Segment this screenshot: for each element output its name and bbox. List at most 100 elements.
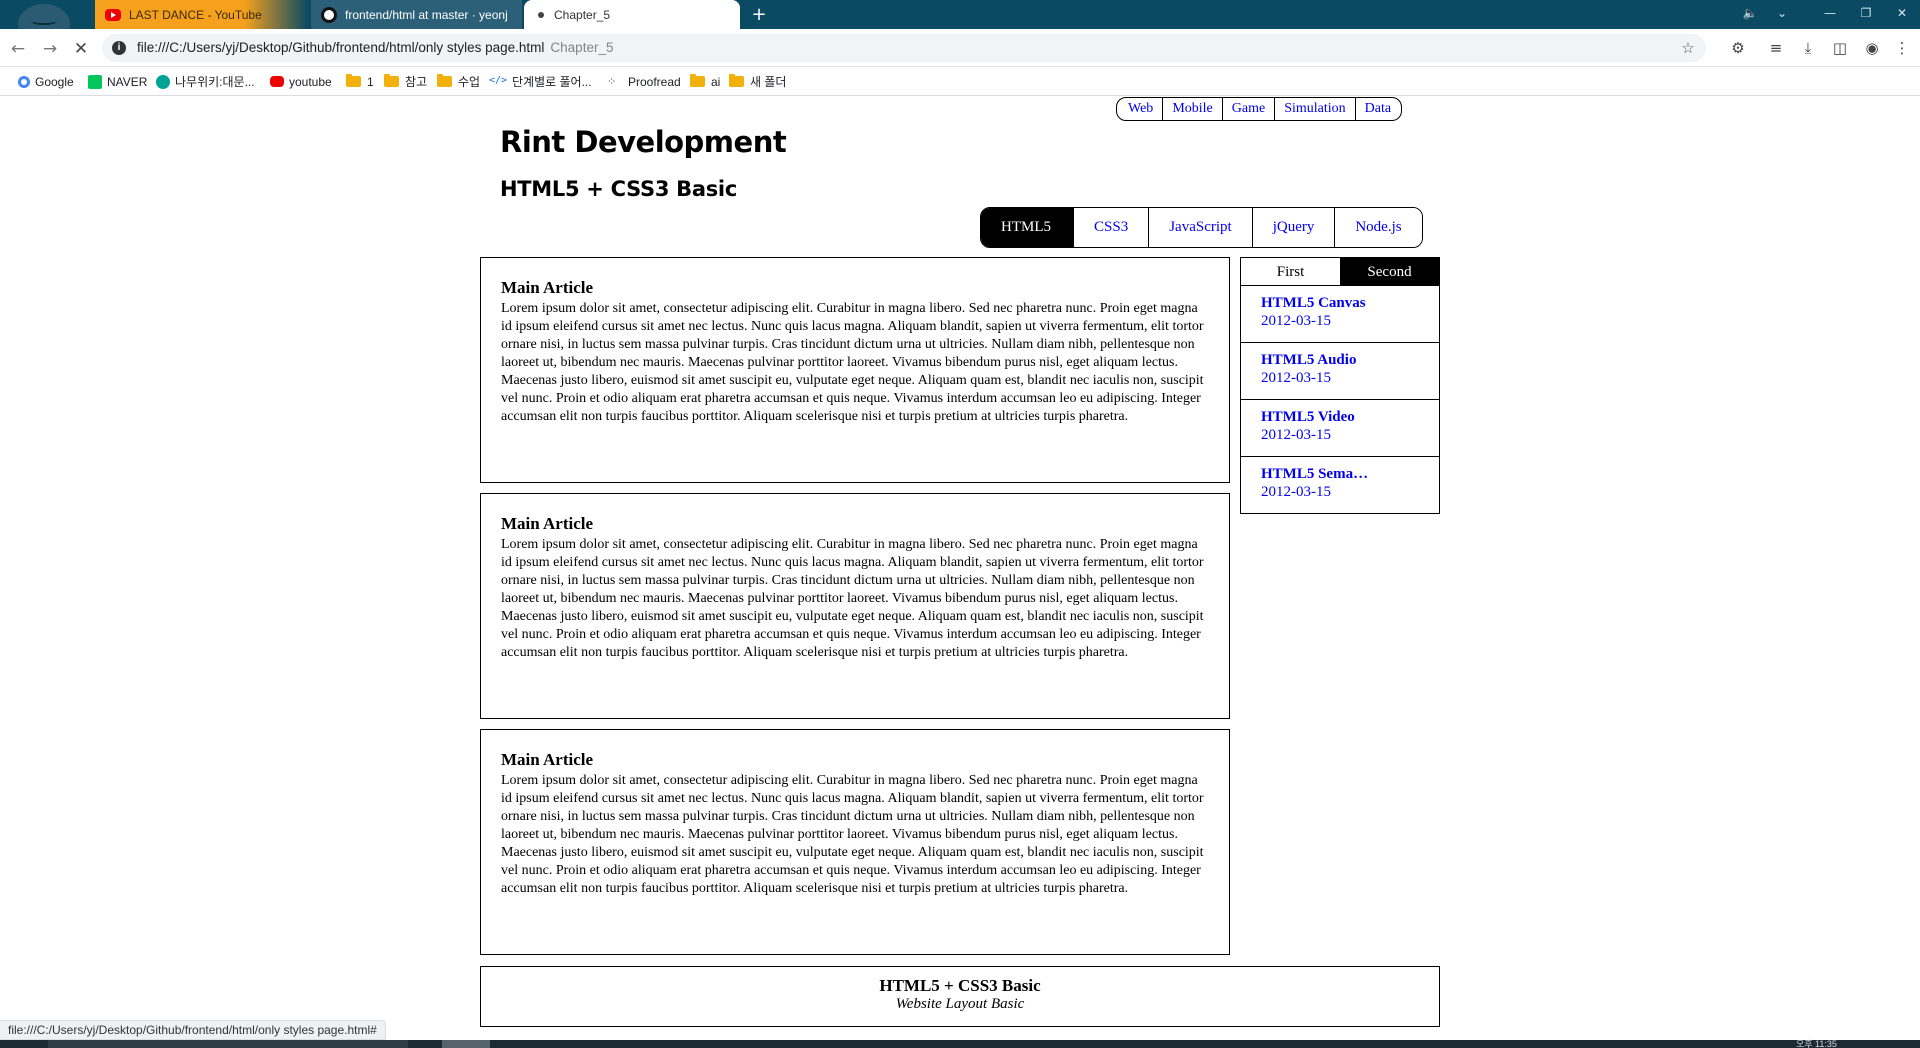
sidebar-item[interactable]: HTML5 Canvas 2012-03-15 [1241, 286, 1439, 343]
url-value: file:///C:/Users/yj/Desktop/Github/front… [137, 40, 545, 55]
sidebar-tab-first[interactable]: First [1241, 258, 1340, 285]
main-nav-javascript[interactable]: JavaScript [1148, 208, 1252, 247]
folder-icon [437, 74, 452, 87]
sidebar: First Second HTML5 Canvas 2012-03-15 HTM… [1240, 257, 1440, 514]
bookmark-proofread[interactable]: ⁘ Proofread [607, 73, 681, 90]
bookmark-naver[interactable]: NAVER [88, 73, 147, 90]
bookmarks-bar: Google NAVER 나무위키:대문... youtube 1 참고 수업 … [0, 67, 1920, 96]
stop-loading-icon[interactable]: ✕ [68, 36, 94, 62]
bookmark-label: NAVER [107, 74, 148, 89]
bookmark-star-icon[interactable]: ☆ [1678, 38, 1698, 58]
os-taskbar: 오후 11:35 [0, 1039, 1920, 1048]
site-subtitle: HTML5 + CSS3 Basic [500, 177, 737, 201]
sidebar-item-date: 2012-03-15 [1261, 484, 1331, 500]
main-nav-nodejs[interactable]: Node.js [1334, 208, 1422, 247]
download-icon[interactable]: ⤓ [1797, 37, 1819, 59]
bookmark-label: youtube [289, 74, 332, 89]
menu-icon[interactable]: ⋮ [1891, 37, 1913, 59]
taskbar-search[interactable] [48, 1040, 408, 1048]
article-heading: Main Article [501, 514, 594, 533]
sidebar-item-title[interactable]: HTML5 Canvas [1261, 295, 1439, 312]
bookmark-folder-new[interactable]: 새 폴더 [729, 73, 786, 90]
article-heading: Main Article [501, 750, 594, 769]
account-icon[interactable]: ◉ [1861, 37, 1883, 59]
github-icon [321, 6, 337, 23]
sidebar-item-date: 2012-03-15 [1261, 427, 1331, 443]
url-text[interactable]: file:///C:/Users/yj/Desktop/Github/front… [137, 40, 613, 55]
restore-button[interactable]: ❐ [1848, 0, 1884, 29]
main-nav-jquery[interactable]: jQuery [1251, 208, 1335, 247]
bookmark-folder-ai[interactable]: ai [690, 73, 720, 90]
top-nav-game[interactable]: Game [1221, 98, 1274, 120]
sidebar-item[interactable]: HTML5 Sema… 2012-03-15 [1241, 457, 1439, 514]
main-nav-html5[interactable]: HTML5 [981, 208, 1073, 247]
speaker-icon[interactable]: 🔈 [1732, 0, 1768, 29]
tab-title: Chapter_5 [554, 7, 611, 22]
bookmark-label: Proofread [628, 74, 681, 89]
sidebar-item-date: 2012-03-15 [1261, 313, 1331, 329]
sidebar-item-title[interactable]: HTML5 Audio [1261, 352, 1439, 369]
page-footer: HTML5 + CSS3 Basic Website Layout Basic [480, 966, 1440, 1027]
forward-arrow-icon[interactable]: → [37, 36, 63, 62]
top-nav-web[interactable]: Web [1117, 98, 1162, 120]
bookmark-label: 수업 [458, 75, 481, 89]
proofread-icon: ⁘ [607, 74, 617, 88]
main-article: Main Article Lorem ipsum dolor sit amet,… [480, 257, 1230, 483]
bookmark-label: 나무위키:대문... [175, 75, 255, 89]
taskbar-clock: 오후 11:35 [1796, 1039, 1837, 1048]
bookmark-label: 새 폴더 [750, 75, 787, 89]
youtube-icon [105, 8, 121, 21]
main-article: Main Article Lorem ipsum dolor sit amet,… [480, 493, 1230, 719]
folder-icon [690, 74, 705, 87]
back-arrow-icon[interactable]: ← [5, 36, 31, 62]
bookmark-step-problems[interactable]: </> 단계별로 풀어... [489, 73, 592, 90]
browser-tab-youtube[interactable]: LAST DANCE - YouTube [95, 0, 308, 29]
new-tab-button[interactable]: + [748, 4, 770, 26]
article-heading: Main Article [501, 278, 594, 297]
sidebar-item-title[interactable]: HTML5 Sema… [1261, 466, 1439, 483]
bookmark-label: 단계별로 풀어... [512, 75, 592, 89]
main-nav-css3[interactable]: CSS3 [1073, 208, 1149, 247]
bookmark-namuwiki[interactable]: 나무위키:대문... [156, 73, 255, 90]
top-nav-simulation[interactable]: Simulation [1274, 98, 1354, 120]
browser-tab-chapter5[interactable]: Chapter_5 [524, 0, 740, 29]
namuwiki-icon [156, 74, 170, 89]
tab-search-chevron-icon[interactable]: ⌄ [1764, 0, 1800, 29]
sidebar-tab-second[interactable]: Second [1340, 258, 1439, 285]
address-bar[interactable]: i file:///C:/Users/yj/Desktop/Github/fro… [102, 34, 1706, 62]
side-panel-icon[interactable]: ◫ [1829, 37, 1851, 59]
sidebar-item-date: 2012-03-15 [1261, 370, 1331, 386]
bookmark-google[interactable]: Google [18, 73, 74, 90]
top-nav-data[interactable]: Data [1354, 98, 1401, 120]
status-bar-url: file:///C:/Users/yj/Desktop/Github/front… [0, 1020, 386, 1040]
main-article: Main Article Lorem ipsum dolor sit amet,… [480, 729, 1230, 955]
article-body: Lorem ipsum dolor sit amet, consectetur … [501, 301, 1204, 424]
extension-icon[interactable]: ⚙ [1727, 37, 1749, 59]
naver-icon [88, 74, 102, 89]
bookmark-folder-1[interactable]: 1 [346, 73, 374, 90]
bookmark-folder-reference[interactable]: 참고 [384, 73, 427, 90]
top-nav-mobile[interactable]: Mobile [1162, 98, 1221, 120]
youtube-icon [270, 76, 284, 87]
sidebar-item[interactable]: HTML5 Audio 2012-03-15 [1241, 343, 1439, 400]
top-nav: Web Mobile Game Simulation Data [1116, 97, 1403, 121]
sidebar-item-title[interactable]: HTML5 Video [1261, 409, 1439, 426]
browser-tab-github[interactable]: frontend/html at master · yeonj [311, 0, 522, 29]
sidebar-tabs: First Second [1241, 258, 1439, 286]
bookmark-label: ai [711, 74, 721, 89]
bookmark-label: 1 [367, 74, 374, 89]
article-body: Lorem ipsum dolor sit amet, consectetur … [501, 773, 1204, 896]
site-info-icon[interactable]: i [112, 41, 126, 55]
bookmark-youtube[interactable]: youtube [270, 73, 332, 90]
taskbar-app[interactable] [442, 1040, 490, 1048]
footer-title: HTML5 + CSS3 Basic [879, 976, 1041, 995]
browser-tabstrip: LAST DANCE - YouTube frontend/html at ma… [0, 0, 1920, 44]
close-window-button[interactable]: ✕ [1884, 0, 1920, 29]
google-icon [18, 75, 30, 88]
minimize-button[interactable]: — [1812, 0, 1848, 29]
folder-icon [729, 74, 744, 87]
reading-list-icon[interactable]: ≡ [1765, 37, 1787, 59]
sidebar-item[interactable]: HTML5 Video 2012-03-15 [1241, 400, 1439, 457]
footer-subtitle: Website Layout Basic [895, 996, 1025, 1012]
bookmark-folder-class[interactable]: 수업 [437, 73, 480, 90]
